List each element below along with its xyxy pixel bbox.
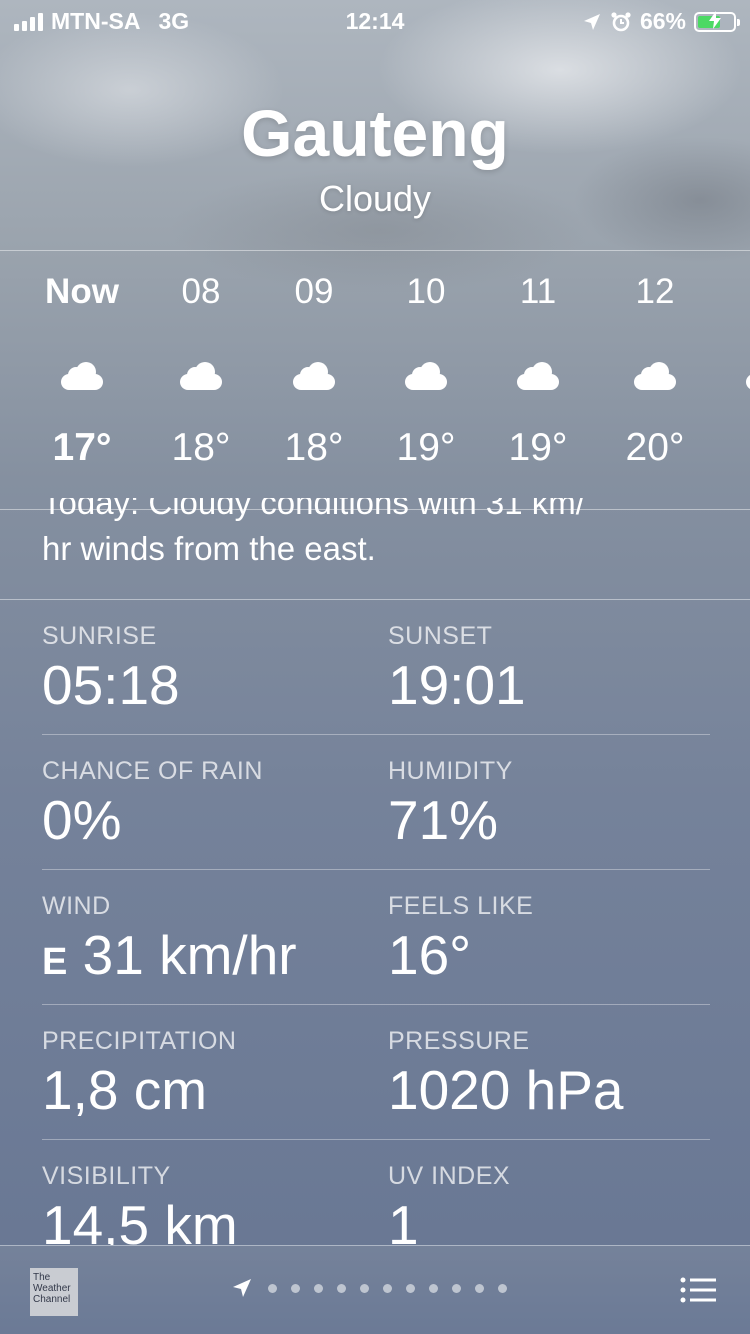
- hourly-item-now: Now 17°: [27, 252, 137, 470]
- hourly-item: 12 20°: [600, 252, 710, 470]
- sunset: SUNSET 19:01: [388, 622, 526, 717]
- detail-label: FEELS LIKE: [388, 892, 534, 920]
- cloud-icon: [180, 362, 222, 390]
- page-dot: [383, 1283, 392, 1293]
- hourly-forecast[interactable]: Now 17° 08 18° 09 18° 10 19° 11 19° 12 2…: [0, 252, 750, 508]
- cloud-icon: [61, 362, 103, 390]
- hour-temperature: 20°: [625, 426, 685, 469]
- alarm-clock-icon: [611, 11, 631, 31]
- detail-value: 05:18: [42, 654, 180, 716]
- hour-temperature: 19°: [508, 426, 568, 469]
- detail-label: SUNRISE: [42, 622, 157, 650]
- cloud-icon: [746, 362, 750, 390]
- city-name: Gauteng: [241, 96, 509, 170]
- detail-label: UV INDEX: [388, 1162, 511, 1190]
- hour-label: 08: [181, 272, 221, 311]
- hour-temperature: 19°: [396, 426, 456, 469]
- precipitation: PRECIPITATION 1,8 cm: [42, 1027, 236, 1122]
- wind-speed: 31 km/hr: [82, 924, 297, 986]
- page-dot: [337, 1283, 346, 1293]
- status-right: 66%: [582, 8, 740, 35]
- hourly-item: 09 18°: [259, 252, 369, 470]
- divider: [0, 250, 750, 251]
- hour-label: 12: [635, 272, 675, 311]
- detail-label: HUMIDITY: [388, 757, 513, 785]
- detail-label: CHANCE OF RAIN: [42, 757, 263, 785]
- pressure: PRESSURE 1020 hPa: [388, 1027, 624, 1122]
- chance-of-rain: CHANCE OF RAIN 0%: [42, 757, 263, 852]
- location-arrow-icon: [583, 13, 600, 30]
- detail-label: WIND: [42, 892, 111, 920]
- cloud-icon: [634, 362, 676, 390]
- wind: WIND E 31 km/hr: [42, 892, 297, 987]
- cloud-icon: [293, 362, 335, 390]
- weather-channel-logo[interactable]: The Weather Channel: [30, 1268, 78, 1316]
- hour-label: Now: [45, 272, 119, 311]
- hour-temperature: 17°: [52, 426, 112, 469]
- page-dot: [406, 1283, 415, 1293]
- summary-line-partial: Today: Cloudy conditions with 31 km/: [42, 498, 585, 521]
- hour-label: 10: [406, 272, 446, 311]
- visibility: VISIBILITY 14,5 km: [42, 1162, 238, 1257]
- page-dot: [314, 1283, 323, 1293]
- hour-label: [712, 272, 750, 312]
- weather-details[interactable]: SUNRISE 05:18 SUNSET 19:01 CHANCE OF RAI…: [42, 600, 710, 1274]
- details-row: SUNRISE 05:18 SUNSET 19:01: [42, 600, 710, 735]
- detail-label: VISIBILITY: [42, 1162, 171, 1190]
- daily-summary: Today: Cloudy conditions with 31 km/ hr …: [42, 498, 722, 570]
- page-dot: [268, 1283, 277, 1293]
- summary-line: hr winds from the east.: [42, 530, 376, 567]
- page-dot: [291, 1283, 300, 1293]
- uv-index: UV INDEX 1: [388, 1162, 510, 1257]
- detail-label: PRESSURE: [388, 1027, 530, 1055]
- humidity: HUMIDITY 71%: [388, 757, 513, 852]
- detail-value: 1020 hPa: [388, 1059, 624, 1121]
- feels-like: FEELS LIKE 16°: [388, 892, 533, 987]
- details-row: PRECIPITATION 1,8 cm PRESSURE 1020 hPa: [42, 1005, 710, 1140]
- sunrise: SUNRISE 05:18: [42, 622, 180, 717]
- hour-temperature: 2: [712, 426, 750, 470]
- page-indicator[interactable]: [230, 1276, 521, 1300]
- page-dot: [452, 1283, 461, 1293]
- detail-value: E 31 km/hr: [42, 923, 297, 987]
- weather-condition: Cloudy: [318, 178, 432, 219]
- details-row: CHANCE OF RAIN 0% HUMIDITY 71%: [42, 735, 710, 870]
- status-bar: MTN-SA 3G 12:14 66%: [0, 0, 750, 40]
- wind-direction: E: [42, 941, 68, 983]
- hour-label: 09: [294, 272, 334, 311]
- detail-value: 0%: [42, 789, 122, 851]
- hourly-item-partial: 2: [712, 252, 750, 470]
- detail-value: 71%: [388, 789, 499, 851]
- detail-label: SUNSET: [388, 622, 493, 650]
- current-location-icon: [233, 1279, 251, 1297]
- hourly-item: 08 18°: [146, 252, 256, 470]
- battery-icon: [694, 10, 740, 32]
- hour-temperature: 18°: [171, 426, 231, 469]
- detail-value: 1,8 cm: [42, 1059, 208, 1121]
- hourly-item: 10 19°: [371, 252, 481, 470]
- detail-value: 16°: [388, 924, 472, 986]
- bottom-toolbar: The Weather Channel: [0, 1245, 750, 1334]
- page-dot: [475, 1283, 484, 1293]
- hour-label: 11: [519, 272, 557, 311]
- page-dot: [429, 1283, 438, 1293]
- page-dot: [360, 1283, 369, 1293]
- cloud-icon: [405, 362, 447, 390]
- battery-percentage: 66%: [639, 8, 686, 34]
- cloud-icon: [517, 362, 559, 390]
- city-list-icon[interactable]: [680, 1277, 716, 1303]
- detail-label: PRECIPITATION: [42, 1027, 237, 1055]
- charging-bolt-icon: [709, 10, 721, 29]
- page-dot: [498, 1283, 507, 1293]
- hourly-item: 11 19°: [483, 252, 593, 470]
- detail-value: 19:01: [388, 654, 526, 716]
- hour-temperature: 18°: [284, 426, 344, 469]
- details-row: WIND E 31 km/hr FEELS LIKE 16°: [42, 870, 710, 1005]
